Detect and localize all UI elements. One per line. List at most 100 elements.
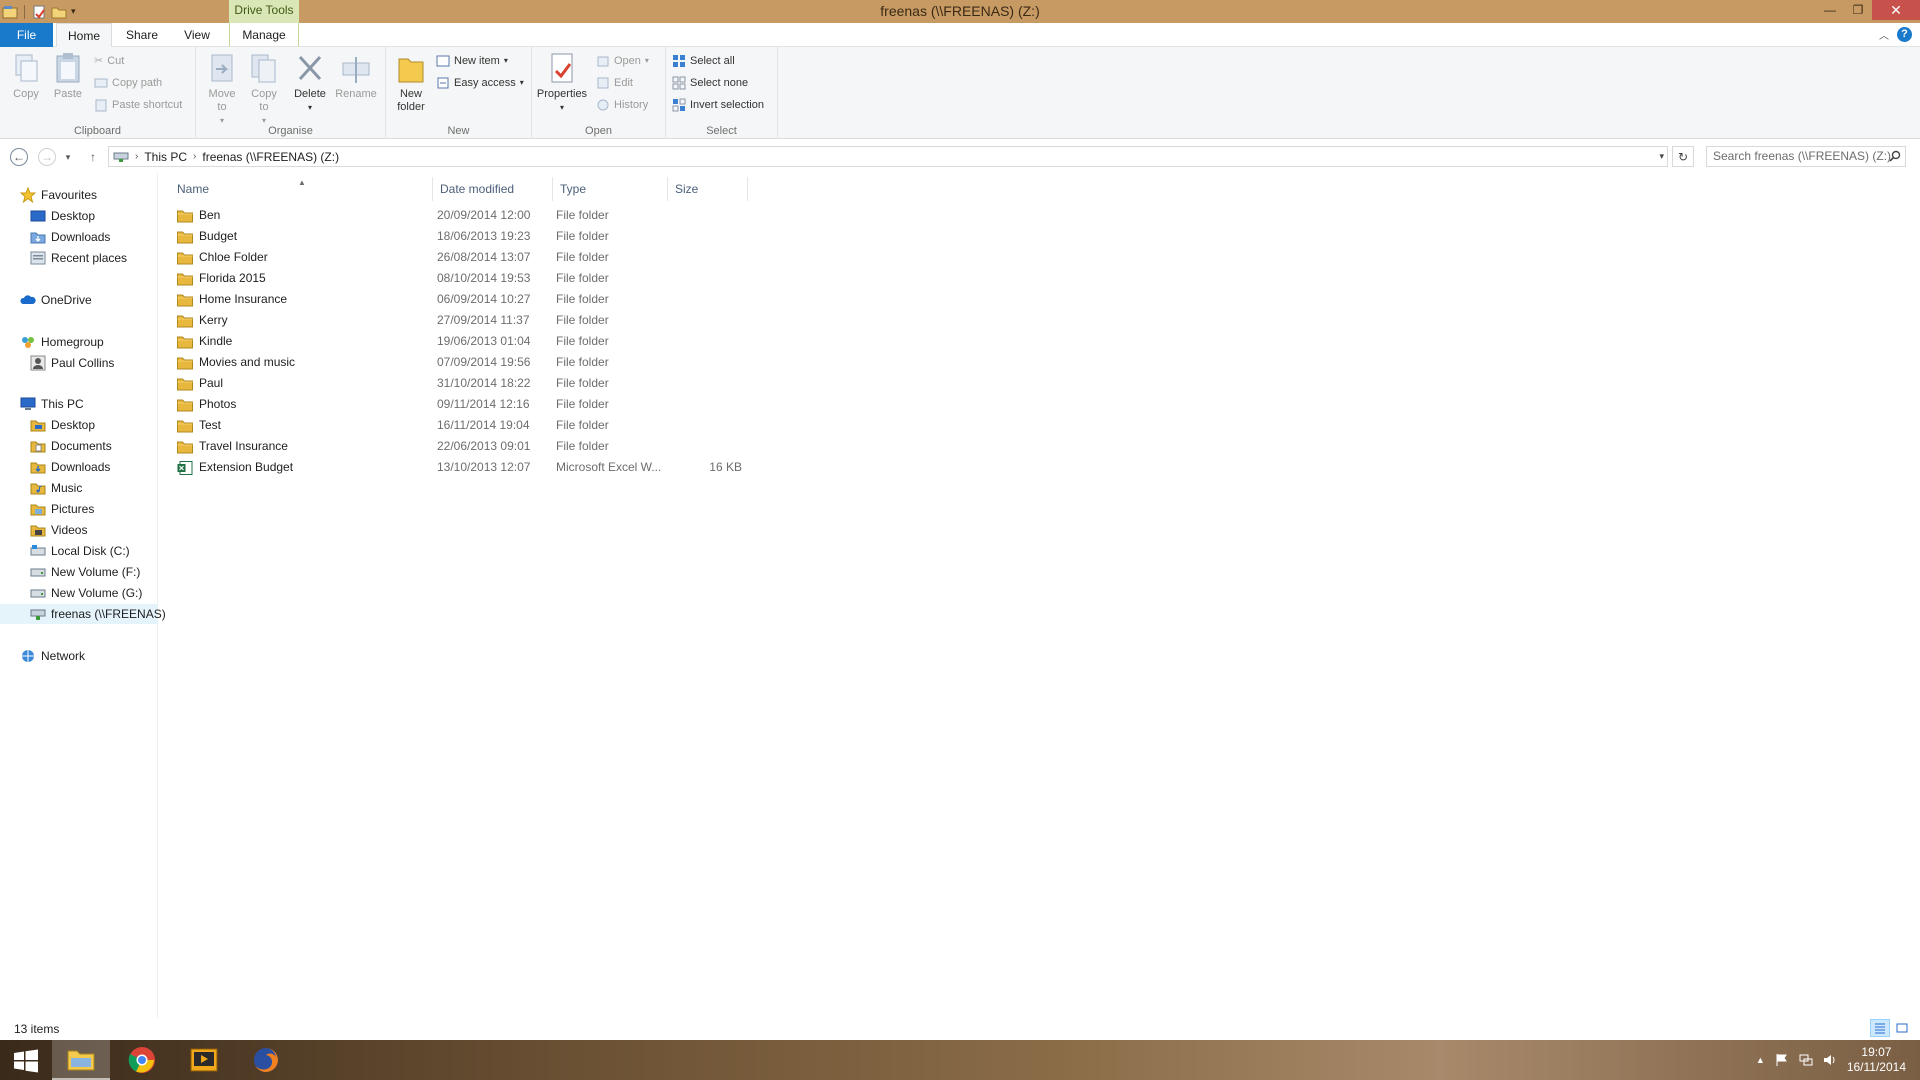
date-modified-cell: 13/10/2013 12:07 bbox=[437, 460, 531, 474]
nav-item-new-volume-f[interactable]: New Volume (F:) bbox=[0, 562, 158, 582]
folder-icon bbox=[177, 230, 193, 244]
windows-start-icon[interactable] bbox=[8, 1048, 44, 1074]
table-row[interactable]: Travel Insurance 22/06/2013 09:01 File fol… bbox=[174, 436, 774, 457]
delete-button[interactable]: Delete ▾ bbox=[292, 51, 328, 114]
easy-access-button[interactable]: Easy access ▾ bbox=[436, 73, 524, 93]
tab-manage[interactable]: Manage bbox=[229, 23, 299, 47]
action-center-flag-icon[interactable] bbox=[1775, 1053, 1789, 1067]
breadcrumb-separator[interactable]: › bbox=[135, 151, 138, 162]
breadcrumb-current-drive[interactable]: freenas (\\FREENAS) (Z:) bbox=[202, 150, 339, 164]
nav-item-music[interactable]: Music bbox=[0, 478, 158, 498]
taskbar-media-player[interactable] bbox=[175, 1040, 233, 1080]
table-row[interactable]: Extension Budget 13/10/2013 12:07 Microsof… bbox=[174, 457, 774, 478]
history-button[interactable]: History bbox=[596, 95, 648, 115]
table-row[interactable]: Paul 31/10/2014 18:22 File folder bbox=[174, 373, 774, 394]
volume-icon[interactable] bbox=[1823, 1053, 1837, 1067]
edit-button[interactable]: Edit bbox=[596, 73, 633, 93]
column-header-type[interactable]: Type bbox=[553, 177, 668, 201]
nav-item-favourites[interactable]: Favourites bbox=[0, 185, 158, 205]
nav-item-onedrive[interactable]: OneDrive bbox=[0, 290, 158, 310]
close-button[interactable]: ✕ bbox=[1872, 0, 1920, 20]
help-icon[interactable]: ? bbox=[1897, 27, 1912, 42]
properties-button[interactable]: Properties ▾ bbox=[536, 51, 588, 114]
table-row[interactable]: Movies and music 07/09/2014 19:56 File fol… bbox=[174, 352, 774, 373]
details-view-button[interactable] bbox=[1870, 1019, 1890, 1037]
copy-button[interactable]: Copy bbox=[8, 51, 44, 101]
network-tray-icon[interactable] bbox=[1799, 1053, 1813, 1067]
nav-item-pc-downloads[interactable]: Downloads bbox=[0, 457, 158, 477]
column-header-name[interactable]: Name ▲ bbox=[170, 177, 433, 201]
cut-button[interactable]: ✂ Cut bbox=[94, 51, 124, 71]
select-all-button[interactable]: Select all bbox=[672, 51, 735, 71]
tab-share[interactable]: Share bbox=[114, 23, 170, 47]
restore-icon: ❐ bbox=[1852, 3, 1864, 17]
recent-locations-dropdown[interactable]: ▾ bbox=[62, 148, 74, 166]
nav-item-this-pc[interactable]: This PC bbox=[0, 394, 158, 414]
back-button[interactable]: ← bbox=[10, 148, 28, 166]
minimize-ribbon-chevron-icon[interactable]: ︿ bbox=[1879, 27, 1889, 42]
nav-item-recent-places[interactable]: Recent places bbox=[0, 248, 158, 268]
taskbar-chrome[interactable] bbox=[113, 1040, 171, 1080]
refresh-button[interactable]: ↻ bbox=[1672, 146, 1694, 167]
nav-item-documents[interactable]: Documents bbox=[0, 436, 158, 456]
nav-item-new-volume-g[interactable]: New Volume (G:) bbox=[0, 583, 158, 603]
table-row[interactable]: Chloe Folder 26/08/2014 13:07 File folder bbox=[174, 247, 774, 268]
search-input[interactable]: Search freenas (\\FREENAS) (Z:) bbox=[1706, 146, 1906, 167]
table-row[interactable]: Kerry 27/09/2014 11:37 File folder bbox=[174, 310, 774, 331]
up-button[interactable]: ↑ bbox=[84, 148, 102, 166]
table-row[interactable]: Test 16/11/2014 19:04 File folder bbox=[174, 415, 774, 436]
large-icons-view-button[interactable] bbox=[1892, 1019, 1912, 1037]
move-to-button[interactable]: Move to ▾ bbox=[204, 51, 240, 127]
tab-home[interactable]: Home bbox=[56, 23, 112, 48]
nav-item-paul-collins[interactable]: Paul Collins bbox=[0, 353, 158, 373]
new-folder-button[interactable]: New folder bbox=[392, 51, 430, 114]
table-row[interactable]: Ben 20/09/2014 12:00 File folder bbox=[174, 205, 774, 226]
rename-button[interactable]: Rename bbox=[334, 51, 378, 101]
taskbar-file-explorer[interactable] bbox=[52, 1040, 110, 1080]
open-button[interactable]: Open ▾ bbox=[596, 51, 649, 71]
nav-item-videos[interactable]: Videos bbox=[0, 520, 158, 540]
clock[interactable]: 19:07 16/11/2014 bbox=[1847, 1045, 1906, 1075]
properties-quick-icon[interactable] bbox=[31, 4, 47, 20]
nav-item-homegroup[interactable]: Homegroup bbox=[0, 332, 158, 352]
invert-selection-button[interactable]: Invert selection bbox=[672, 95, 764, 115]
copy-path-button[interactable]: Copy path bbox=[94, 73, 162, 93]
tab-file[interactable]: File bbox=[0, 23, 53, 47]
column-header-date-modified[interactable]: Date modified bbox=[433, 177, 553, 201]
new-item-button[interactable]: New item ▾ bbox=[436, 51, 508, 71]
explorer-app-icon[interactable] bbox=[2, 4, 18, 20]
nav-item-desktop[interactable]: Desktop bbox=[0, 206, 158, 226]
nav-item-network[interactable]: Network bbox=[0, 646, 158, 666]
table-row[interactable]: Photos 09/11/2014 12:16 File folder bbox=[174, 394, 774, 415]
forward-button[interactable]: → bbox=[38, 148, 56, 166]
nav-item-pictures[interactable]: Pictures bbox=[0, 499, 158, 519]
breadcrumb-this-pc[interactable]: This PC bbox=[144, 150, 187, 164]
table-row[interactable]: Florida 2015 08/10/2014 19:53 File folder bbox=[174, 268, 774, 289]
tab-view[interactable]: View bbox=[172, 23, 222, 47]
minimize-icon: — bbox=[1824, 3, 1836, 17]
table-row[interactable]: Home Insurance 06/09/2014 10:27 File folde… bbox=[174, 289, 774, 310]
nav-label: New Volume (G:) bbox=[51, 586, 143, 600]
new-folder-quick-icon[interactable] bbox=[51, 4, 67, 20]
search-icon[interactable] bbox=[1889, 150, 1901, 162]
restore-button[interactable]: ❐ bbox=[1844, 0, 1872, 20]
breadcrumb-separator[interactable]: › bbox=[193, 151, 196, 162]
table-row[interactable]: Kindle 19/06/2013 01:04 File folder bbox=[174, 331, 774, 352]
customize-quick-access-dropdown[interactable]: ▾ bbox=[71, 6, 76, 17]
new-folder-label: New folder bbox=[397, 88, 425, 113]
select-none-button[interactable]: Select none bbox=[672, 73, 748, 93]
paste-button[interactable]: Paste bbox=[50, 51, 86, 101]
copy-to-button[interactable]: Copy to ▾ bbox=[246, 51, 282, 127]
nav-item-pc-desktop[interactable]: Desktop bbox=[0, 415, 158, 435]
show-hidden-icons-chevron-icon[interactable]: ▲ bbox=[1756, 1055, 1765, 1065]
table-row[interactable]: Budget 18/06/2013 19:23 File folder bbox=[174, 226, 774, 247]
nav-item-freenas[interactable]: freenas (\\FREENAS) bbox=[0, 604, 166, 624]
paste-shortcut-button[interactable]: Paste shortcut bbox=[94, 95, 182, 115]
address-bar[interactable]: › This PC › freenas (\\FREENAS) (Z:) ▾ bbox=[108, 146, 1668, 167]
taskbar-firefox[interactable] bbox=[237, 1040, 295, 1080]
nav-item-local-disk-c[interactable]: Local Disk (C:) bbox=[0, 541, 158, 561]
column-header-size[interactable]: Size bbox=[668, 177, 748, 201]
nav-item-downloads[interactable]: Downloads bbox=[0, 227, 158, 247]
address-history-dropdown[interactable]: ▾ bbox=[1659, 147, 1664, 166]
minimize-button[interactable]: — bbox=[1816, 0, 1844, 20]
